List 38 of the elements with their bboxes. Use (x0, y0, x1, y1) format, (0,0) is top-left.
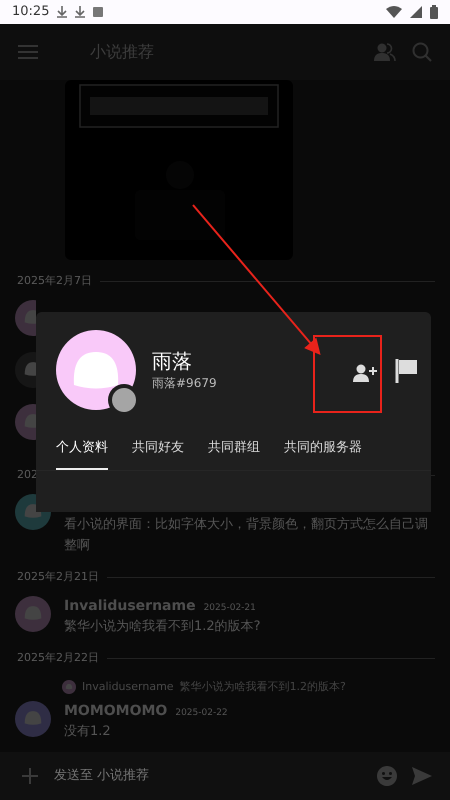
profile-name: 雨落 (152, 348, 193, 374)
profile-tag: 雨落#9679 (152, 374, 353, 392)
date-divider: 2025年2月22日 (17, 650, 99, 666)
emoji-icon[interactable] (376, 765, 398, 787)
message-text: 繁华小说为啥我看不到1.2的版本? (64, 618, 262, 636)
timestamp: 2025-02-21 (204, 602, 256, 615)
username: Invalidusername (64, 597, 196, 616)
timestamp: 2025-02-22 (175, 707, 228, 720)
battery-icon (430, 5, 438, 19)
date-divider: 2025年2月21日 (17, 568, 99, 585)
download-icon (57, 6, 68, 18)
search-icon[interactable] (412, 42, 432, 62)
profile-tab[interactable]: 共同群组 (208, 432, 260, 470)
download-icon (75, 6, 86, 18)
message-input[interactable]: 发送至 小说推荐 (52, 765, 362, 787)
message-text: 没有1.2 (64, 723, 112, 741)
add-friend-icon[interactable] (353, 364, 377, 382)
status-time: 10:25 (12, 3, 50, 22)
wifi-icon (386, 6, 402, 18)
menu-icon[interactable] (18, 44, 38, 60)
message-text: 看小说的界面：比如字体大小，背景颜色，翻页方式怎么自己调整啊 (64, 516, 429, 555)
avatar (15, 701, 51, 737)
flag-icon[interactable] (395, 359, 417, 383)
reply-preview: 繁华小说为啥我看不到1.2的版本? (180, 678, 346, 695)
avatar (15, 596, 51, 632)
notification-icon (93, 6, 104, 18)
date-divider: 2025年2月7日 (17, 272, 92, 289)
username: MOMOMOMO (64, 702, 168, 721)
reply-author: Invalidusername (82, 678, 174, 695)
profile-tab[interactable]: 共同好友 (132, 432, 184, 470)
signal-icon (410, 6, 422, 18)
composer-bar[interactable]: 发送至 小说推荐 (0, 752, 450, 800)
profile-tab[interactable]: 个人资料 (56, 432, 108, 470)
avatar (62, 680, 76, 694)
profile-tab[interactable]: 共同的服务器 (284, 432, 362, 470)
plus-icon[interactable] (22, 768, 38, 784)
send-icon[interactable] (412, 767, 432, 785)
members-icon[interactable] (374, 43, 396, 61)
